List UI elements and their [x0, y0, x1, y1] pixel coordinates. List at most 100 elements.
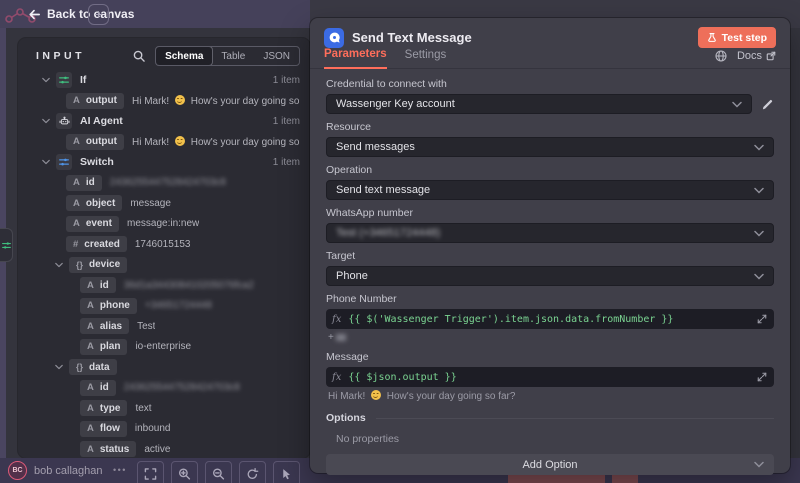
- key-name: status: [100, 444, 129, 455]
- type-icon: A: [87, 423, 94, 434]
- display-tab-schema[interactable]: Schema: [156, 47, 212, 65]
- message-expression-input[interactable]: fx {{ $json.output }}: [326, 367, 774, 387]
- tree-row[interactable]: Aalias Test: [18, 316, 310, 337]
- caret-down-icon[interactable]: [42, 77, 50, 83]
- key-chip[interactable]: Aflow: [80, 421, 127, 437]
- zoom-out-button[interactable]: [205, 461, 232, 483]
- tree-row[interactable]: Aplanio-enterprise: [18, 337, 310, 358]
- field-label-credential: Credential to connect with: [326, 78, 774, 90]
- tree-row[interactable]: Aid2436255447528424703c8: [18, 378, 310, 399]
- docs-link[interactable]: Docs: [737, 50, 776, 62]
- caret-down-icon[interactable]: [55, 364, 63, 370]
- expand-expression-icon[interactable]: [757, 372, 767, 382]
- tree-row[interactable]: {}data: [18, 357, 310, 378]
- tab-parameters[interactable]: Parameters: [324, 48, 387, 69]
- credential-value: Wassenger Key account: [336, 98, 455, 110]
- tree-row[interactable]: Aflowinbound: [18, 419, 310, 440]
- key-name: plan: [100, 341, 121, 352]
- key-name: output: [86, 95, 117, 106]
- chevron-down-icon: [754, 144, 764, 151]
- key-chip[interactable]: Aid: [66, 175, 102, 191]
- type-icon: A: [73, 218, 80, 229]
- display-mode-tabs: SchemaTableJSON: [155, 46, 300, 66]
- tab-settings[interactable]: Settings: [405, 49, 447, 68]
- type-icon: A: [73, 95, 80, 106]
- key-chip[interactable]: Aid: [80, 380, 116, 396]
- caret-down-icon[interactable]: [42, 118, 50, 124]
- if-node-icon: [2, 241, 11, 250]
- key-chip[interactable]: Aevent: [66, 216, 119, 232]
- input-node-tab[interactable]: [0, 228, 13, 262]
- key-value: text: [135, 403, 151, 414]
- user-name: bob callaghan: [34, 465, 103, 477]
- emoji-smile: [371, 390, 381, 400]
- key-chip[interactable]: Aoutput: [66, 93, 124, 109]
- phone-number-preview: +: [328, 332, 774, 344]
- tree-row[interactable]: Aoutput Hi Mark! How's your day going so …: [18, 91, 310, 112]
- tree-node-row[interactable]: AI Agent1 item: [18, 111, 310, 132]
- tree-row[interactable]: Aobjectmessage: [18, 193, 310, 214]
- user-menu-button[interactable]: •••: [113, 465, 127, 475]
- test-step-button[interactable]: Test step: [698, 27, 776, 48]
- type-icon: A: [87, 341, 94, 352]
- undo-button[interactable]: [239, 461, 266, 483]
- operation-select[interactable]: Send text message: [326, 180, 774, 200]
- display-tab-json[interactable]: JSON: [254, 47, 299, 65]
- key-value: Test: [137, 321, 155, 332]
- key-chip[interactable]: #created: [66, 236, 127, 252]
- tree-row[interactable]: #created1746015153: [18, 234, 310, 255]
- type-icon: A: [87, 300, 94, 311]
- key-chip[interactable]: {}device: [69, 257, 127, 273]
- add-node-button[interactable]: +: [88, 4, 109, 25]
- caret-down-icon[interactable]: [42, 159, 50, 165]
- phone-number-expression-input[interactable]: fx {{ $('Wassenger Trigger').item.json.d…: [326, 309, 774, 329]
- key-chip[interactable]: Aplan: [80, 339, 127, 355]
- zoom-in-button[interactable]: [171, 461, 198, 483]
- tree-row[interactable]: Aeventmessage:in:new: [18, 214, 310, 235]
- key-chip[interactable]: Aobject: [66, 195, 122, 211]
- target-select[interactable]: Phone: [326, 266, 774, 286]
- tree-row[interactable]: Atype text: [18, 398, 310, 419]
- chevron-down-icon: [732, 101, 742, 108]
- tree-row[interactable]: Astatusactive: [18, 439, 310, 458]
- key-name: phone: [100, 300, 130, 311]
- tree-node-row[interactable]: Switch1 item: [18, 152, 310, 173]
- key-chip[interactable]: Aoutput: [66, 134, 124, 150]
- phone-number-expression: {{ $('Wassenger Trigger').item.json.data…: [348, 314, 673, 325]
- whatsapp-number-select[interactable]: Test (+34651724448): [326, 223, 774, 243]
- caret-down-icon[interactable]: [55, 262, 63, 268]
- ai-agent-node-icon: [56, 113, 72, 129]
- key-chip[interactable]: Aalias: [80, 318, 129, 334]
- tree-row[interactable]: Aphone+34651724448: [18, 296, 310, 317]
- pointer-button[interactable]: [273, 461, 300, 483]
- key-chip[interactable]: Aphone: [80, 298, 137, 314]
- help-icon[interactable]: [715, 50, 727, 62]
- key-value: 36d1a344308410205076fca2: [124, 280, 254, 291]
- key-chip[interactable]: Aid: [80, 277, 116, 293]
- tree-node-row[interactable]: If1 item: [18, 70, 310, 91]
- tree-row[interactable]: Aid2436255447528424703c8: [18, 173, 310, 194]
- credential-select[interactable]: Wassenger Key account: [326, 94, 752, 114]
- avatar[interactable]: BC: [8, 461, 27, 480]
- tree-row[interactable]: Aid 36d1a344308410205076fca2: [18, 275, 310, 296]
- divider: [376, 418, 774, 419]
- fit-view-button[interactable]: [137, 461, 164, 483]
- key-chip[interactable]: Atype: [80, 400, 127, 416]
- display-tab-table[interactable]: Table: [212, 47, 254, 65]
- add-option-button[interactable]: Add Option: [326, 454, 774, 475]
- expand-expression-icon[interactable]: [757, 314, 767, 324]
- key-chip[interactable]: Astatus: [80, 441, 136, 457]
- search-icon[interactable]: [133, 50, 145, 62]
- key-name: device: [89, 259, 120, 270]
- type-icon: #: [73, 239, 78, 250]
- tree-row[interactable]: AoutputHi Mark! How's your day going so …: [18, 132, 310, 153]
- input-panel-title: INPUT: [36, 50, 85, 62]
- key-chip[interactable]: {}data: [69, 359, 117, 375]
- node-label: If: [80, 74, 86, 86]
- node-label: AI Agent: [80, 115, 123, 127]
- back-to-canvas-button[interactable]: Back to canvas: [28, 7, 134, 21]
- edit-credential-button[interactable]: [761, 98, 774, 111]
- tree-row[interactable]: {}device: [18, 255, 310, 276]
- key-value: Hi Mark! How's your day going so far?: [132, 95, 300, 107]
- resource-select[interactable]: Send messages: [326, 137, 774, 157]
